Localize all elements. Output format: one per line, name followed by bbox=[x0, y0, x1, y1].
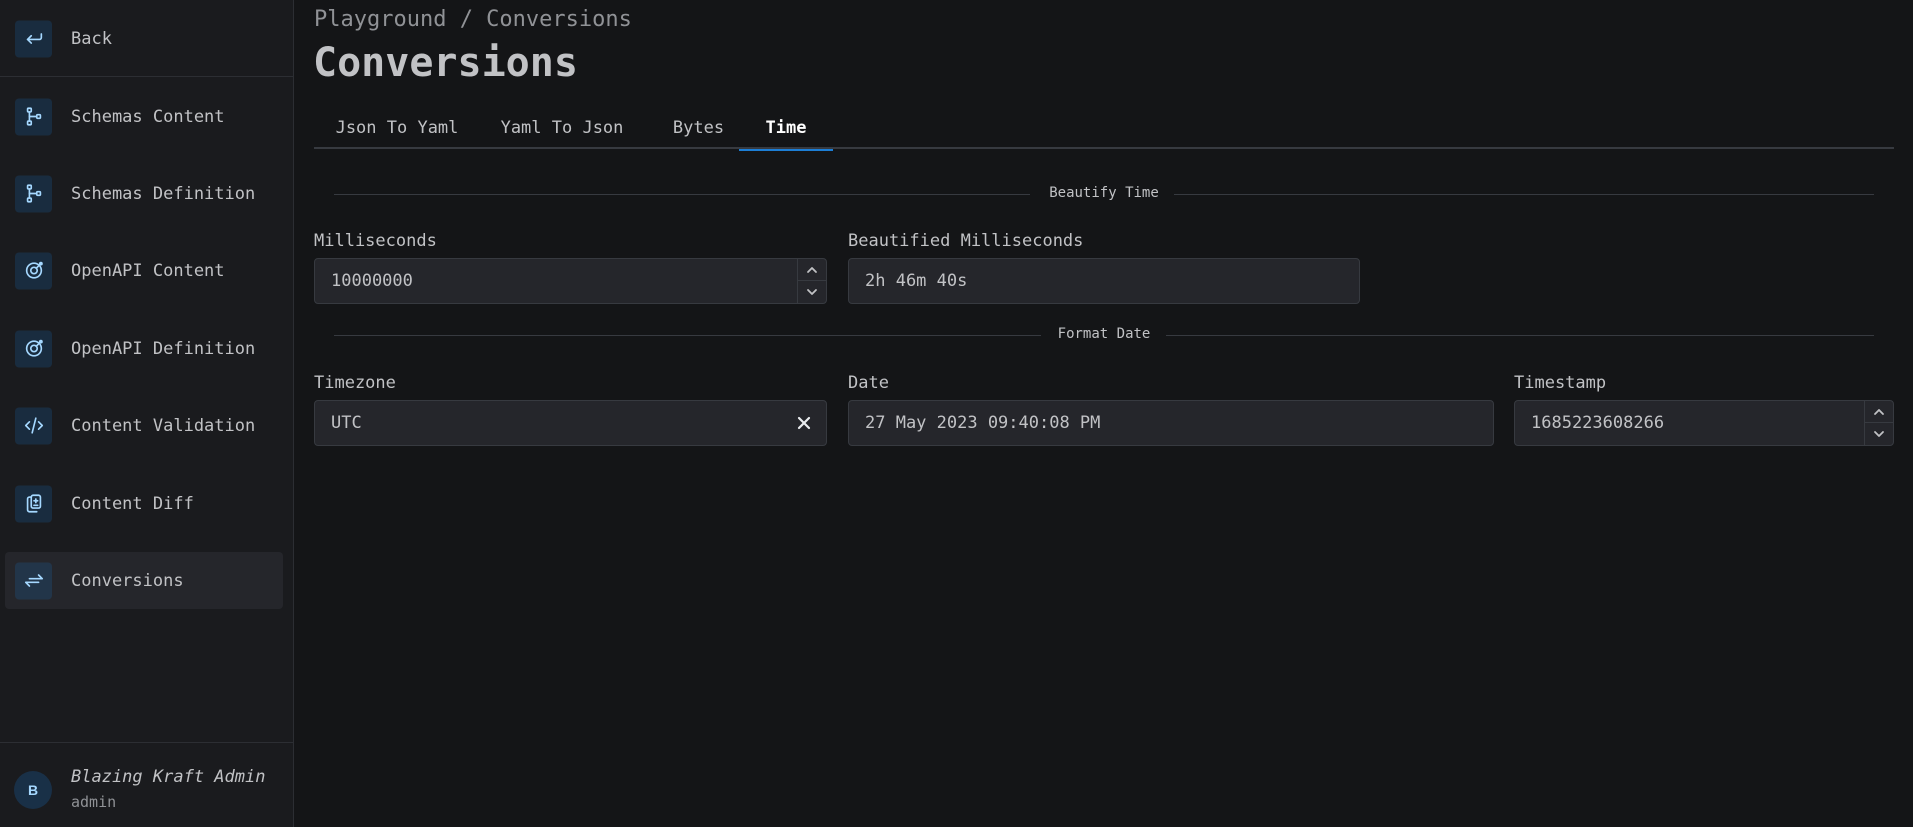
user-name: Blazing Kraft Admin bbox=[71, 767, 266, 787]
tab-yaml-to-json[interactable]: Yaml To Json bbox=[480, 106, 644, 149]
chevron-down-icon bbox=[1874, 431, 1884, 437]
arrows-exchange-icon bbox=[15, 562, 52, 599]
clear-timezone-button[interactable] bbox=[794, 413, 814, 433]
page-title: Conversions bbox=[313, 40, 578, 86]
beautified-milliseconds-label: Beautified Milliseconds bbox=[848, 231, 1084, 251]
sidebar-item-label: Schemas Definition bbox=[71, 183, 256, 204]
divider-line bbox=[1174, 194, 1874, 195]
sidebar-item-label: OpenAPI Definition bbox=[71, 338, 256, 359]
decrement-button[interactable] bbox=[798, 281, 826, 303]
chevron-up-icon bbox=[807, 266, 817, 273]
file-diff-icon bbox=[15, 485, 52, 522]
section-label: Format Date bbox=[1057, 326, 1151, 342]
user-profile[interactable]: B Blazing Kraft Admin admin bbox=[0, 742, 293, 827]
timezone-value: UTC bbox=[331, 413, 362, 433]
code-icon bbox=[15, 407, 52, 444]
tab-bytes[interactable]: Bytes bbox=[644, 106, 753, 149]
sidebar-item-schemas-content[interactable]: Schemas Content bbox=[5, 88, 283, 145]
sidebar-item-schemas-definition[interactable]: Schemas Definition bbox=[5, 165, 283, 222]
chevron-down-icon bbox=[807, 289, 817, 295]
timezone-label: Timezone bbox=[314, 373, 396, 393]
milliseconds-label: Milliseconds bbox=[314, 231, 437, 251]
date-label: Date bbox=[848, 373, 889, 393]
tab-bar: Json To Yaml Yaml To Json Bytes Time bbox=[314, 106, 1894, 151]
schema-icon bbox=[15, 175, 52, 212]
sidebar-item-label: Conversions bbox=[71, 570, 184, 591]
tab-json-to-yaml[interactable]: Json To Yaml bbox=[314, 106, 480, 149]
chevron-up-icon bbox=[1874, 408, 1884, 415]
date-value: 27 May 2023 09:40:08 PM bbox=[865, 413, 1101, 433]
breadcrumb: Playground / Conversions bbox=[314, 7, 632, 32]
avatar: B bbox=[14, 771, 52, 809]
section-label: Beautify Time bbox=[1049, 185, 1159, 201]
back-button[interactable]: Back bbox=[5, 10, 283, 67]
tab-time[interactable]: Time bbox=[739, 106, 833, 151]
sidebar-item-conversions[interactable]: Conversions bbox=[5, 552, 283, 609]
openapi-icon bbox=[15, 330, 52, 367]
increment-button[interactable] bbox=[798, 259, 826, 281]
back-label: Back bbox=[71, 28, 112, 49]
sidebar-item-openapi-content[interactable]: OpenAPI Content bbox=[5, 242, 283, 299]
beautified-milliseconds-value: 2h 46m 40s bbox=[865, 271, 968, 291]
timestamp-stepper bbox=[1864, 401, 1893, 445]
format-date-divider: Format Date bbox=[334, 326, 1874, 344]
user-role: admin bbox=[71, 793, 117, 811]
timezone-select[interactable]: UTC bbox=[314, 400, 827, 446]
sidebar-item-label: Content Diff bbox=[71, 493, 194, 514]
divider-line bbox=[334, 194, 1030, 195]
sidebar-item-label: Schemas Content bbox=[71, 106, 225, 127]
divider-line bbox=[1166, 335, 1874, 336]
divider-line bbox=[334, 335, 1041, 336]
back-row: Back bbox=[0, 0, 293, 77]
back-arrow-icon bbox=[15, 20, 52, 57]
increment-button[interactable] bbox=[1865, 401, 1893, 423]
beautified-milliseconds-field[interactable]: 2h 46m 40s bbox=[848, 258, 1360, 304]
date-field[interactable]: 27 May 2023 09:40:08 PM bbox=[848, 400, 1494, 446]
beautify-time-divider: Beautify Time bbox=[334, 185, 1874, 203]
close-icon bbox=[797, 416, 811, 430]
sidebar-item-content-validation[interactable]: Content Validation bbox=[5, 397, 283, 454]
schema-icon bbox=[15, 98, 52, 135]
sidebar: Back Schemas Content Schemas Definition … bbox=[0, 0, 294, 827]
decrement-button[interactable] bbox=[1865, 423, 1893, 445]
milliseconds-input[interactable]: 10000000 bbox=[314, 258, 827, 304]
timestamp-label: Timestamp bbox=[1514, 373, 1607, 393]
openapi-icon bbox=[15, 252, 52, 289]
sidebar-item-content-diff[interactable]: Content Diff bbox=[5, 475, 283, 532]
timestamp-input[interactable]: 1685223608266 bbox=[1514, 400, 1894, 446]
sidebar-item-label: Content Validation bbox=[71, 415, 256, 436]
sidebar-item-openapi-definition[interactable]: OpenAPI Definition bbox=[5, 320, 283, 377]
sidebar-item-label: OpenAPI Content bbox=[71, 260, 225, 281]
milliseconds-value: 10000000 bbox=[331, 271, 413, 291]
timestamp-value: 1685223608266 bbox=[1531, 413, 1665, 433]
app-root: Back Schemas Content Schemas Definition … bbox=[0, 0, 1913, 827]
milliseconds-stepper bbox=[797, 259, 826, 303]
